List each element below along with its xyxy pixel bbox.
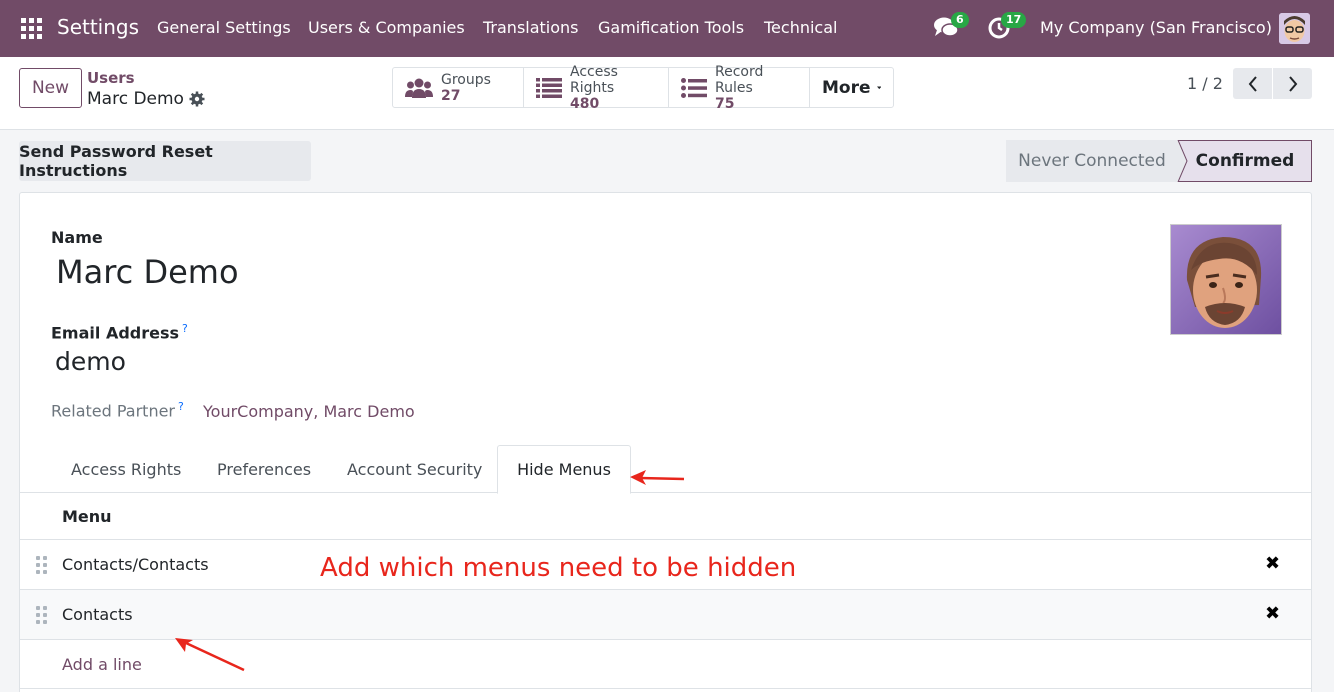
user-photo[interactable] (1170, 224, 1282, 335)
users-icon (405, 77, 433, 99)
access-rights-label: Access Rights (570, 63, 618, 96)
smart-buttons: Groups 27 Access Rights 480 Record Rules… (392, 64, 894, 112)
annotation-arrow-tab-icon (630, 470, 685, 485)
activities-count-badge: 17 (1001, 12, 1027, 28)
add-a-line-link[interactable]: Add a line (62, 655, 142, 674)
breadcrumb-current-label: Marc Demo (87, 89, 184, 109)
annotation-arrow-row-icon (175, 638, 245, 672)
tab-hide-menus[interactable]: Hide Menus (497, 445, 631, 494)
column-menu-header[interactable]: Menu (62, 507, 112, 526)
form-sheet: Name Marc Demo Email Address? demo Relat… (19, 192, 1312, 692)
drag-handle-icon[interactable] (36, 556, 48, 574)
breadcrumb-current: Marc Demo (87, 89, 205, 109)
gear-icon[interactable] (189, 91, 205, 107)
email-label-text: Email Address (51, 323, 180, 343)
more-smart-button[interactable]: More (810, 68, 893, 107)
app-grid-icon[interactable] (21, 18, 42, 39)
pager-value[interactable]: 1 / 2 (1187, 74, 1223, 93)
related-partner-link[interactable]: YourCompany, Marc Demo (203, 402, 415, 421)
tab-preferences[interactable]: Preferences (217, 460, 311, 479)
menu-cell[interactable]: Contacts/Contacts (62, 555, 209, 574)
menu-list-header: Menu (20, 493, 1311, 540)
menu-users-companies[interactable]: Users & Companies (308, 18, 465, 37)
related-partner-label-text: Related Partner (51, 401, 175, 421)
email-label: Email Address? (51, 322, 188, 342)
table-row[interactable]: Contacts ✖ (20, 590, 1311, 640)
list-bullets-icon (681, 77, 707, 98)
chevron-left-icon (1248, 75, 1257, 92)
groups-label: Groups (441, 71, 491, 88)
company-switcher[interactable]: My Company (San Francisco) (1040, 18, 1272, 37)
control-panel: New Users Marc Demo Groups 27 Access Rig… (0, 57, 1334, 130)
menu-general-settings[interactable]: General Settings (157, 18, 291, 37)
related-partner-label: Related Partner? (51, 400, 184, 420)
caret-down-icon (876, 86, 881, 89)
chevron-right-icon (1288, 75, 1297, 92)
pager-next-button[interactable] (1273, 68, 1312, 99)
user-avatar[interactable] (1279, 13, 1310, 44)
app-brand[interactable]: Settings (57, 15, 139, 39)
status-bar: Never Connected Confirmed (1006, 140, 1312, 182)
email-field[interactable]: demo (55, 347, 126, 376)
tab-access-rights[interactable]: Access Rights (71, 460, 181, 479)
delete-row-icon[interactable]: ✖ (1265, 553, 1280, 574)
name-field[interactable]: Marc Demo (56, 253, 239, 291)
record-rules-label: Record Rules (715, 63, 764, 96)
email-help-tooltip[interactable]: ? (182, 322, 188, 335)
groups-smart-button[interactable]: Groups 27 (393, 68, 524, 107)
messages-button[interactable]: 6 (933, 12, 969, 41)
messages-count-badge: 6 (951, 12, 969, 28)
annotation-text: Add which menus need to be hidden (320, 553, 797, 583)
tab-account-security[interactable]: Account Security (347, 460, 482, 479)
name-label: Name (51, 228, 103, 247)
pager-previous-button[interactable] (1233, 68, 1272, 99)
record-rules-smart-button[interactable]: Record Rules 75 (669, 64, 810, 112)
partner-help-tooltip[interactable]: ? (178, 400, 184, 413)
breadcrumb-users[interactable]: Users (87, 69, 135, 87)
groups-count: 27 (441, 87, 461, 104)
menu-technical[interactable]: Technical (764, 18, 837, 37)
top-navbar: Settings General Settings Users & Compan… (0, 0, 1334, 57)
list-icon (536, 77, 562, 98)
drag-handle-icon[interactable] (36, 606, 48, 624)
status-separator-chevron (1170, 140, 1188, 182)
access-rights-smart-button[interactable]: Access Rights 480 (524, 64, 669, 112)
menu-cell[interactable]: Contacts (62, 605, 133, 624)
status-confirmed[interactable]: Confirmed (1178, 140, 1312, 182)
status-never-connected[interactable]: Never Connected (1006, 140, 1178, 182)
more-label: More (822, 77, 871, 98)
menu-gamification-tools[interactable]: Gamification Tools (598, 18, 744, 37)
access-rights-count: 480 (570, 95, 600, 112)
send-password-reset-button[interactable]: Send Password Reset Instructions (19, 141, 311, 181)
activities-button[interactable]: 17 (987, 12, 1027, 41)
record-rules-count: 75 (715, 95, 735, 112)
new-button[interactable]: New (19, 68, 82, 108)
menu-translations[interactable]: Translations (483, 18, 579, 37)
delete-row-icon[interactable]: ✖ (1265, 603, 1280, 624)
